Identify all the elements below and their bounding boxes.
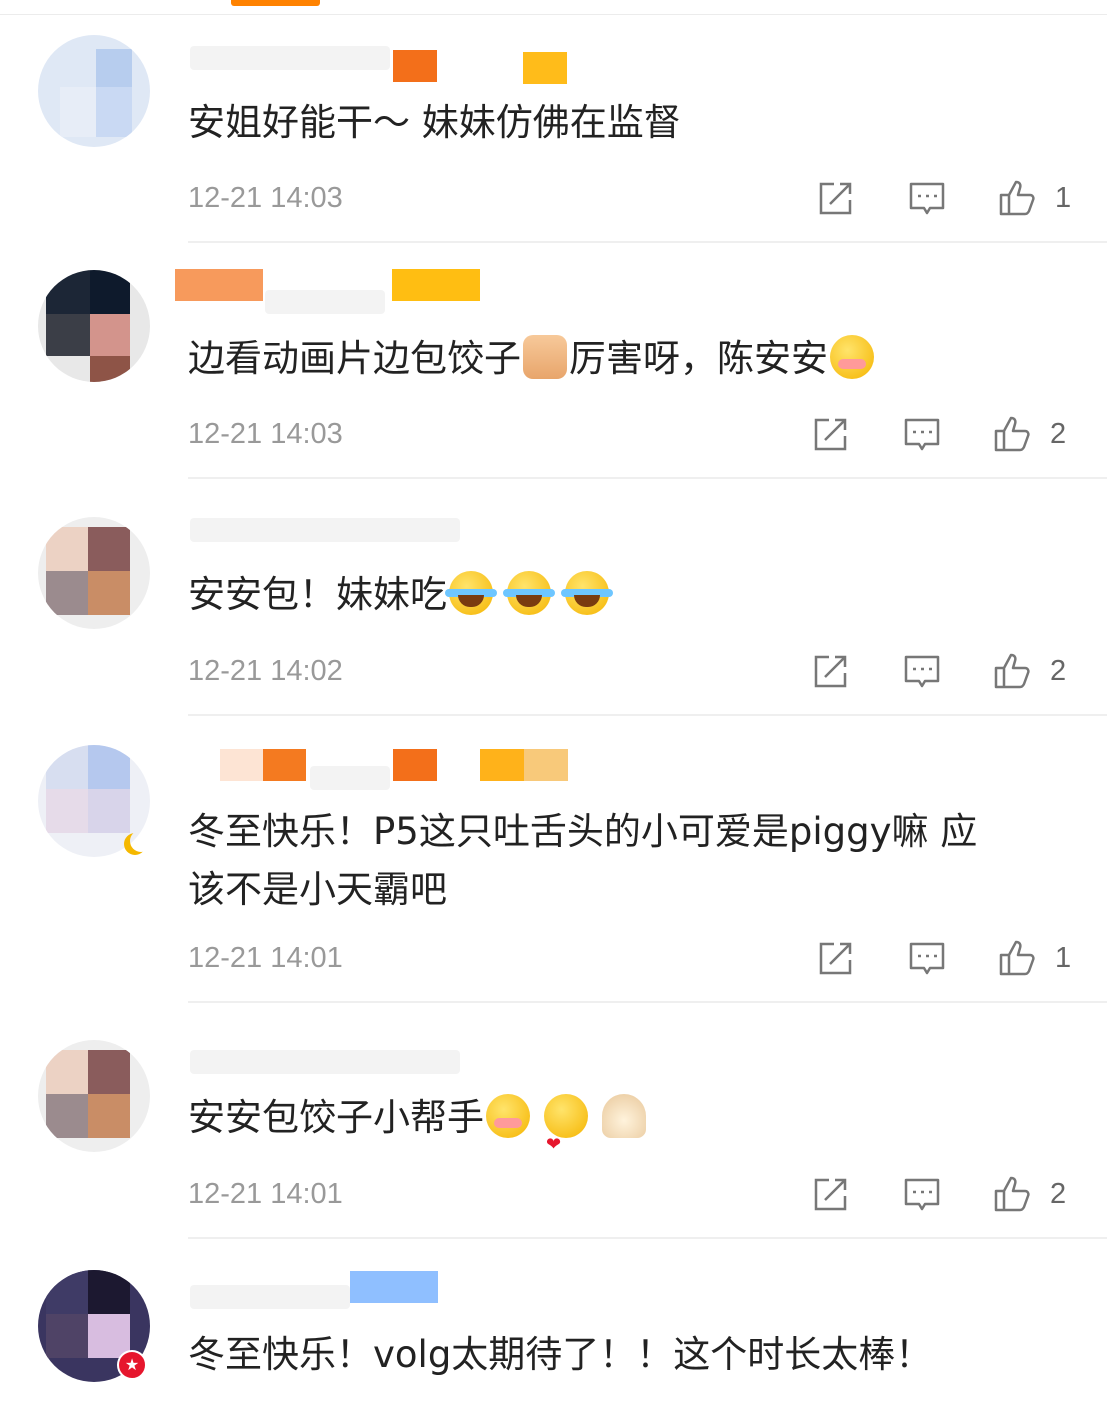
like-count: 1 bbox=[1055, 182, 1072, 214]
thumbs-up-icon bbox=[999, 940, 1035, 976]
comment-time: 12-21 14:03 bbox=[188, 182, 343, 214]
like-button[interactable] bbox=[997, 178, 1041, 218]
avatar[interactable] bbox=[38, 517, 150, 629]
comment-text: 边看动画片边包饺子 厉害呀，陈安安 bbox=[188, 330, 876, 388]
comment-text: 冬至快乐！volg太期待了！！这个时长太棒！ bbox=[188, 1333, 933, 1376]
like-button[interactable] bbox=[992, 651, 1036, 691]
user-badge bbox=[175, 269, 263, 301]
like-count: 2 bbox=[1050, 418, 1067, 450]
comment-divider bbox=[188, 714, 1107, 716]
username-blurred[interactable] bbox=[190, 518, 460, 542]
comment-divider bbox=[188, 1237, 1107, 1239]
verified-badge-icon: ★ bbox=[117, 1350, 147, 1380]
comment-text: 冬至快乐！P5这只吐舌头的小可爱是piggy嘛 应 该不是小天霸吧 bbox=[188, 803, 977, 919]
comment-icon bbox=[909, 942, 945, 975]
reply-button[interactable] bbox=[907, 178, 951, 218]
comment-text-part: 安安包饺子小帮手 bbox=[188, 1096, 484, 1139]
laughing-tears-emoji bbox=[445, 571, 497, 615]
like-count: 2 bbox=[1050, 655, 1067, 687]
comment-divider bbox=[188, 1001, 1107, 1003]
share-icon bbox=[814, 1178, 847, 1211]
laughing-tears-emoji bbox=[561, 571, 613, 615]
comment-icon bbox=[904, 655, 940, 688]
username-blurred[interactable] bbox=[190, 46, 390, 70]
username-blurred[interactable] bbox=[190, 1285, 350, 1309]
reply-button[interactable] bbox=[902, 1174, 946, 1214]
like-count: 2 bbox=[1050, 1178, 1067, 1210]
user-badge bbox=[393, 749, 437, 781]
user-badge bbox=[350, 1271, 438, 1303]
user-badge bbox=[393, 50, 437, 82]
shy-emoji bbox=[830, 335, 874, 379]
comment-meta: 12-21 14:01 2 bbox=[0, 1174, 1107, 1214]
user-badge bbox=[523, 52, 567, 84]
share-icon bbox=[814, 655, 847, 688]
laughing-tears-emoji bbox=[503, 571, 555, 615]
reply-button[interactable] bbox=[902, 651, 946, 691]
share-icon bbox=[814, 418, 847, 451]
thumbs-up-icon bbox=[994, 653, 1030, 689]
share-button[interactable] bbox=[811, 414, 855, 454]
comment-time: 12-21 14:02 bbox=[188, 655, 343, 687]
comment-icon bbox=[909, 182, 945, 215]
comment-divider bbox=[188, 477, 1107, 479]
share-button[interactable] bbox=[816, 178, 860, 218]
username-blurred[interactable] bbox=[265, 290, 385, 314]
comment-time: 12-21 14:01 bbox=[188, 1178, 343, 1210]
share-button[interactable] bbox=[811, 651, 855, 691]
comment-text-part: 边看动画片边包饺子 bbox=[188, 337, 521, 380]
comment-icon bbox=[904, 1178, 940, 1211]
comment-icon bbox=[904, 418, 940, 451]
dumpling-emoji bbox=[602, 1094, 646, 1138]
user-badge bbox=[480, 749, 568, 781]
thumbs-up-icon bbox=[994, 1176, 1030, 1212]
thumbs-up-emoji bbox=[523, 335, 567, 379]
comment-time: 12-21 14:03 bbox=[188, 418, 343, 450]
avatar[interactable] bbox=[38, 1040, 150, 1152]
share-button[interactable] bbox=[811, 1174, 855, 1214]
comment-text-part: 安安包！妹妹吃 bbox=[188, 573, 447, 616]
user-badge bbox=[220, 749, 306, 781]
reply-button[interactable] bbox=[907, 938, 951, 978]
comment-meta: 12-21 14:03 1 bbox=[0, 178, 1107, 218]
comment-text: 安安包饺子小帮手 bbox=[188, 1089, 648, 1174]
username-blurred[interactable] bbox=[190, 1050, 460, 1074]
share-icon bbox=[819, 942, 852, 975]
avatar[interactable] bbox=[38, 35, 150, 147]
thumbs-up-icon bbox=[999, 180, 1035, 216]
like-button[interactable] bbox=[992, 1174, 1036, 1214]
moon-badge-icon bbox=[130, 830, 152, 852]
comment-text-line: 冬至快乐！P5这只吐舌头的小可爱是piggy嘛 应 bbox=[188, 810, 978, 853]
comment-text: 安姐好能干～ 妹妹仿佛在监督 bbox=[188, 101, 681, 144]
comment-meta: 12-21 14:02 2 bbox=[0, 651, 1107, 691]
like-button[interactable] bbox=[997, 938, 1041, 978]
comment-text-line: 该不是小天霸吧 bbox=[188, 868, 447, 911]
comment-text: 安安包！妹妹吃 bbox=[188, 566, 613, 624]
avatar[interactable] bbox=[38, 270, 150, 382]
comment-time: 12-21 14:01 bbox=[188, 942, 343, 974]
user-badge bbox=[392, 269, 480, 301]
like-button[interactable] bbox=[992, 414, 1036, 454]
username-blurred[interactable] bbox=[310, 766, 390, 790]
like-count: 1 bbox=[1055, 942, 1072, 974]
comment-divider bbox=[188, 241, 1107, 243]
heart-emoji bbox=[544, 1094, 588, 1174]
reply-button[interactable] bbox=[902, 414, 946, 454]
comment-meta: 12-21 14:01 1 bbox=[0, 938, 1107, 978]
active-tab-indicator bbox=[231, 0, 320, 6]
blush-emoji bbox=[486, 1094, 530, 1138]
thumbs-up-icon bbox=[994, 416, 1030, 452]
comment-meta: 12-21 14:03 2 bbox=[0, 414, 1107, 454]
share-button[interactable] bbox=[816, 938, 860, 978]
tab-bar-divider bbox=[0, 14, 1107, 15]
share-icon bbox=[819, 182, 852, 215]
comment-text-part: 厉害呀，陈安安 bbox=[569, 337, 828, 380]
